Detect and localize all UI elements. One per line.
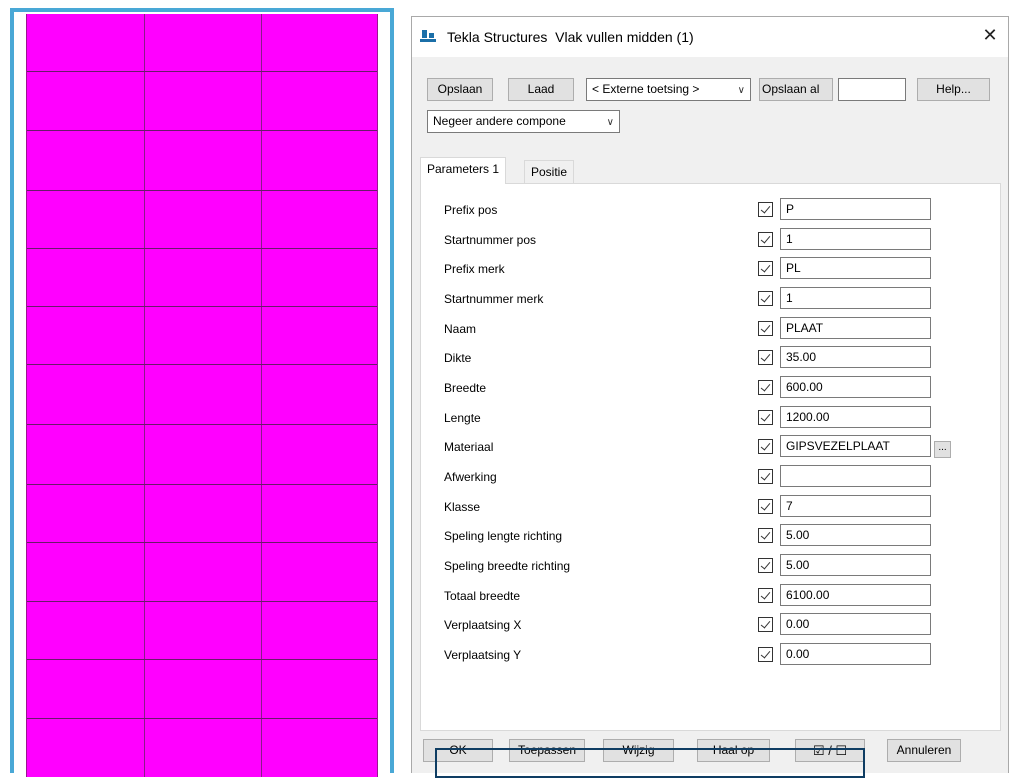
model-view[interactable] xyxy=(10,8,394,777)
plate-column-divider xyxy=(144,14,145,777)
param-checkbox[interactable] xyxy=(758,321,773,336)
plate-row-divider xyxy=(27,718,377,719)
param-label: Speling breedte richting xyxy=(444,559,571,573)
component-dialog: Tekla Structures Vlak vullen midden (1) … xyxy=(411,16,1009,778)
param-input[interactable]: 1 xyxy=(780,287,931,309)
load-button[interactable]: Laad xyxy=(508,78,574,101)
param-checkbox[interactable] xyxy=(758,350,773,365)
param-input[interactable]: 35.00 xyxy=(780,346,931,368)
chevron-down-icon: ∨ xyxy=(737,85,745,96)
plate-row-divider xyxy=(27,424,377,425)
material-browse-button[interactable]: ... xyxy=(934,441,951,458)
close-icon[interactable]: ✕ xyxy=(980,25,1000,45)
title-bar[interactable]: Tekla Structures Vlak vullen midden (1) … xyxy=(412,17,1008,57)
param-label: Lengte xyxy=(444,411,481,425)
highlight-box xyxy=(435,748,865,778)
save-as-name-input[interactable] xyxy=(838,78,906,101)
plate-row-divider xyxy=(27,601,377,602)
plate-row-divider xyxy=(27,190,377,191)
dialog-title: Tekla Structures Vlak vullen midden (1) xyxy=(447,29,694,45)
plate-row-divider xyxy=(27,542,377,543)
plate-grid[interactable] xyxy=(26,14,378,777)
tekla-app-icon xyxy=(420,30,436,42)
param-input[interactable]: 6100.00 xyxy=(780,584,931,606)
param-checkbox[interactable] xyxy=(758,410,773,425)
tab-parameters-1[interactable]: Parameters 1 xyxy=(420,157,507,184)
param-label: Verplaatsing Y xyxy=(444,648,522,662)
param-checkbox[interactable] xyxy=(758,439,773,454)
param-checkbox[interactable] xyxy=(758,558,773,573)
component-filter-value: Negeer andere compone xyxy=(433,114,566,128)
param-label: Prefix merk xyxy=(444,262,505,276)
param-checkbox[interactable] xyxy=(758,528,773,543)
param-label: Speling lengte richting xyxy=(444,529,563,543)
plate-row-divider xyxy=(27,130,377,131)
param-label: Dikte xyxy=(444,351,472,365)
param-input[interactable]: 1 xyxy=(780,228,931,250)
param-checkbox[interactable] xyxy=(758,202,773,217)
param-checkbox[interactable] xyxy=(758,588,773,603)
param-label: Naam xyxy=(444,322,477,336)
component-filter-select[interactable]: Negeer andere compone ∨ xyxy=(427,110,620,133)
param-checkbox[interactable] xyxy=(758,647,773,662)
param-input[interactable]: 0.00 xyxy=(780,643,931,665)
param-input[interactable]: PLAAT xyxy=(780,317,931,339)
param-label: Afwerking xyxy=(444,470,497,484)
param-checkbox[interactable] xyxy=(758,232,773,247)
plate-row-divider xyxy=(27,364,377,365)
plate-row-divider xyxy=(27,71,377,72)
param-input[interactable]: GIPSVEZELPLAAT xyxy=(780,435,931,457)
param-label: Totaal breedte xyxy=(444,589,521,603)
param-label: Startnummer pos xyxy=(444,233,537,247)
param-checkbox[interactable] xyxy=(758,261,773,276)
param-checkbox[interactable] xyxy=(758,291,773,306)
param-input[interactable]: 0.00 xyxy=(780,613,931,635)
param-input[interactable]: 5.00 xyxy=(780,554,931,576)
param-label: Klasse xyxy=(444,500,481,514)
plate-row-divider xyxy=(27,484,377,485)
param-input[interactable]: PL xyxy=(780,257,931,279)
plate-row-divider xyxy=(27,248,377,249)
preset-select[interactable]: < Externe toetsing > ∨ xyxy=(586,78,751,101)
param-input[interactable]: P xyxy=(780,198,931,220)
param-input[interactable]: 600.00 xyxy=(780,376,931,398)
param-checkbox[interactable] xyxy=(758,617,773,632)
param-input[interactable] xyxy=(780,465,931,487)
save-button[interactable]: Opslaan xyxy=(427,78,493,101)
param-checkbox[interactable] xyxy=(758,469,773,484)
help-button[interactable]: Help... xyxy=(917,78,990,101)
param-input[interactable]: 5.00 xyxy=(780,524,931,546)
tab-positie[interactable]: Positie xyxy=(524,160,575,184)
param-input[interactable]: 1200.00 xyxy=(780,406,931,428)
param-label: Startnummer merk xyxy=(444,292,544,306)
plate-row-divider xyxy=(27,659,377,660)
cancel-button[interactable]: Annuleren xyxy=(887,739,961,762)
parameters-panel: Prefix pos P Startnummer pos 1 Prefix me… xyxy=(420,183,1001,778)
param-label: Breedte xyxy=(444,381,487,395)
save-as-button[interactable]: Opslaan al xyxy=(759,78,833,101)
param-label: Prefix pos xyxy=(444,203,498,217)
plate-row-divider xyxy=(27,306,377,307)
param-checkbox[interactable] xyxy=(758,380,773,395)
param-input[interactable]: 7 xyxy=(780,495,931,517)
plate-column-divider xyxy=(261,14,262,777)
preset-select-value: < Externe toetsing > xyxy=(592,82,700,96)
chevron-down-icon: ∨ xyxy=(606,117,614,128)
param-checkbox[interactable] xyxy=(758,499,773,514)
param-label: Materiaal xyxy=(444,440,494,454)
param-label: Verplaatsing X xyxy=(444,618,522,632)
